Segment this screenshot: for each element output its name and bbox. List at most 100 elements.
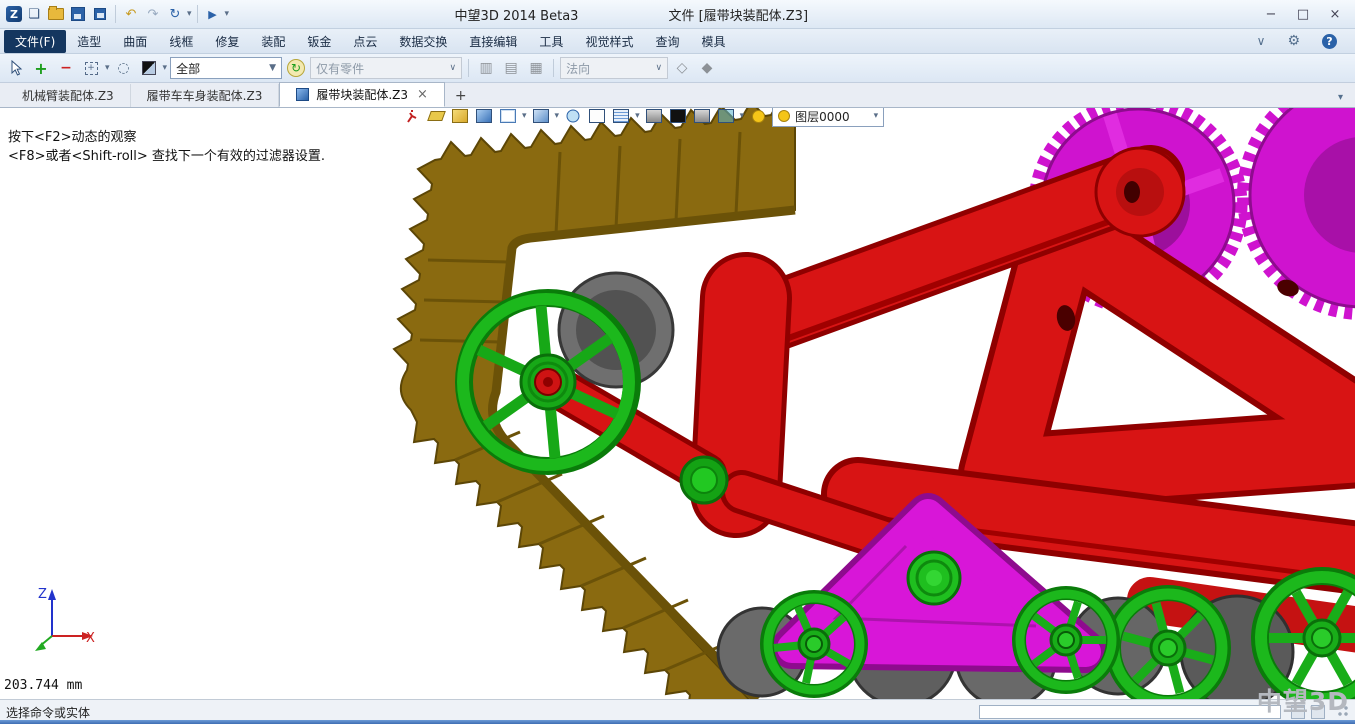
regen-icon[interactable] (402, 107, 422, 126)
coordinate-triad: Z X (35, 587, 95, 651)
layer-color-icon (778, 110, 790, 122)
gray-swatch-icon[interactable] (692, 107, 712, 126)
color-filter-caret-icon[interactable]: ▾ (163, 63, 168, 73)
menu-shape[interactable]: 造型 (66, 30, 112, 53)
titlebar: Z ❏ ↶ ↷ ↻ ▾ ▶ ▾ 中望3D 2014 Beta3 文件 [履带块装… (0, 0, 1355, 29)
menu-pointcloud[interactable]: 点云 (342, 30, 388, 53)
menu-mold[interactable]: 模具 (690, 30, 736, 53)
redo-icon[interactable]: ↷ (143, 4, 163, 24)
help-icon[interactable]: ? (1322, 34, 1337, 49)
separator (197, 5, 198, 23)
separator (115, 5, 116, 23)
gear-icon[interactable]: ⚙ (1287, 33, 1300, 49)
constraint-icon-1[interactable]: ◇ (671, 57, 693, 79)
dropdown-arrow-icon: ∨ (655, 63, 662, 73)
tab-close-icon[interactable]: × (415, 87, 428, 102)
transparency-caret-icon[interactable]: ▾ (740, 111, 745, 121)
iso-view-icon[interactable] (450, 107, 470, 126)
wireframe-caret-icon[interactable]: ▾ (522, 111, 527, 121)
axis-x-label: X (86, 631, 95, 646)
pickbox-caret-icon[interactable]: ▾ (105, 63, 110, 73)
menu-repair[interactable]: 修复 (204, 30, 250, 53)
lasso-circle-icon[interactable]: ◌ (113, 57, 135, 79)
tab-track-block-assembly[interactable]: 履带块装配体.Z3 × (279, 82, 445, 107)
open-folder-icon[interactable] (46, 4, 66, 24)
save-icon[interactable] (68, 4, 88, 24)
select-cursor-icon[interactable] (5, 57, 27, 79)
remove-selection-icon[interactable]: − (55, 57, 77, 79)
align-list-icon[interactable]: ▥ (475, 57, 497, 79)
menu-tools[interactable]: 工具 (528, 30, 574, 53)
command-input[interactable] (979, 705, 1281, 719)
add-selection-icon[interactable]: + (30, 57, 52, 79)
section-view-icon[interactable] (611, 107, 631, 126)
menubar: 文件(F) 造型 曲面 线框 修复 装配 钣金 点云 数据交换 直接编辑 工具 … (0, 29, 1355, 54)
transparency-swatch-icon[interactable] (716, 107, 736, 126)
new-document-icon[interactable]: ❏ (24, 4, 44, 24)
menu-data-exchange[interactable]: 数据交换 (388, 30, 458, 53)
gear-right-part[interactable] (1244, 77, 1355, 313)
maximize-button[interactable]: □ (1289, 5, 1317, 23)
watermark: 中望3D (1257, 682, 1349, 718)
regen-filter-icon[interactable]: ↻ (285, 57, 307, 79)
render-mode-icon[interactable] (563, 107, 583, 126)
separator (553, 59, 554, 77)
pickbox-icon[interactable]: + (80, 57, 102, 79)
refresh-icon[interactable]: ↻ (165, 4, 185, 24)
menu-assembly[interactable]: 装配 (250, 30, 296, 53)
constraint-icon-2[interactable]: ◆ (696, 57, 718, 79)
app-title: 中望3D 2014 Beta3 (455, 5, 579, 24)
bottom-edge-bar (0, 720, 1355, 724)
shaded-caret-icon[interactable]: ▾ (555, 111, 560, 121)
chevron-down-icon[interactable]: ∨ (1257, 34, 1266, 48)
align-rows-icon[interactable]: ▤ (500, 57, 522, 79)
save-all-icon[interactable] (90, 4, 110, 24)
filter-type-dropdown[interactable]: 全部 ▼ (170, 57, 282, 79)
menu-visual-style[interactable]: 视觉样式 (574, 30, 644, 53)
assembly-doc-icon (296, 88, 309, 101)
status-prompt: 选择命令或实体 (6, 704, 90, 721)
separator (468, 59, 469, 77)
close-button[interactable]: × (1321, 5, 1349, 23)
hint-line-1: 按下<F2>动态的观察 (8, 128, 325, 147)
minimize-button[interactable]: − (1257, 5, 1285, 23)
tab-track-body-assembly[interactable]: 履带车车身装配体.Z3 (131, 84, 280, 107)
menu-sheetmetal[interactable]: 钣金 (296, 30, 342, 53)
refresh-caret-icon[interactable]: ▾ (187, 9, 192, 19)
app-logo-icon: Z (6, 6, 22, 22)
gray-shade-icon[interactable] (644, 107, 664, 126)
menu-inquire[interactable]: 查询 (644, 30, 690, 53)
menu-wireframe[interactable]: 线框 (158, 30, 204, 53)
new-tab-button[interactable]: + (445, 84, 477, 107)
viewport-hint: 按下<F2>动态的观察 <F8>或者<Shift-roll> 查找下一个有效的过… (8, 128, 325, 166)
color-filter-icon[interactable] (138, 57, 160, 79)
dropdown-arrow-icon: ▼ (269, 63, 276, 73)
undo-icon[interactable]: ↶ (121, 4, 141, 24)
shaded-mode-icon[interactable] (531, 107, 551, 126)
eraser-icon[interactable] (426, 107, 446, 126)
wireframe-mode-icon[interactable] (498, 107, 518, 126)
axis-z-label: Z (38, 587, 47, 602)
hint-line-2: <F8>或者<Shift-roll> 查找下一个有效的过滤器设置. (8, 147, 325, 166)
selection-toolbar: + − + ▾ ◌ ▾ 全部 ▼ ↻ 仅有零件 ∨ ▥ ▤ ▦ 法向 ∨ ◇ ◆ (0, 54, 1355, 83)
document-title: 文件 [履带块装配体.Z3] (668, 5, 808, 24)
part-filter-dropdown[interactable]: 仅有零件 ∨ (310, 57, 462, 79)
bogie-pivot-wheel[interactable] (908, 552, 960, 604)
hub-part[interactable] (681, 457, 727, 503)
play-icon[interactable]: ▶ (203, 4, 223, 24)
align-grid-icon[interactable]: ▦ (525, 57, 547, 79)
normal-dropdown[interactable]: 法向 ∨ (560, 57, 668, 79)
play-caret-icon[interactable]: ▾ (225, 9, 230, 19)
tab-overflow-icon[interactable]: ▾ (1338, 92, 1349, 107)
tab-robot-arm-assembly[interactable]: 机械臂装配体.Z3 (6, 84, 131, 107)
dropdown-arrow-icon: ∨ (449, 63, 456, 73)
black-swatch-icon[interactable] (668, 107, 688, 126)
shade-view-icon[interactable] (474, 107, 494, 126)
menu-file[interactable]: 文件(F) (4, 30, 66, 53)
section-caret-icon[interactable]: ▾ (635, 111, 640, 121)
backface-icon[interactable] (587, 107, 607, 126)
layer-dropdown[interactable]: 图层0000 ▾ (772, 105, 884, 127)
menu-surface[interactable]: 曲面 (112, 30, 158, 53)
menu-direct-edit[interactable]: 直接编辑 (458, 30, 528, 53)
lightbulb-icon[interactable] (748, 107, 768, 126)
